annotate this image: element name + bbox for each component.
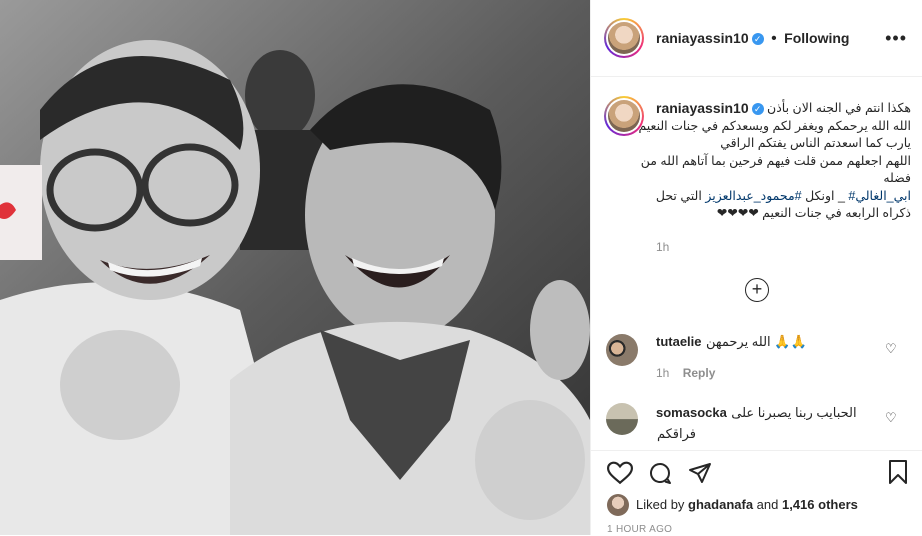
more-options-icon[interactable]: ••• xyxy=(885,28,907,49)
author-username[interactable]: raniayassin10 xyxy=(656,30,749,46)
caption-line: يارب كما اسعدتم الناس يفتكم الراقي xyxy=(720,136,911,150)
caption-time: 1h xyxy=(656,240,670,254)
post-header: raniayassin10 ✓ • Following ••• xyxy=(591,0,922,77)
likes-summary: Liked by ghadanafa and 1,416 others xyxy=(636,497,858,512)
liker-avatar[interactable] xyxy=(607,494,629,516)
hashtag-link[interactable]: #محمود_عبدالعزيز xyxy=(705,189,801,203)
comment-row: somasocka الحبايب ربنا يصبرنا على فراقكم xyxy=(656,404,876,442)
post-panel: raniayassin10 ✓ • Following ••• raniayass… xyxy=(590,0,922,535)
post-photo[interactable] xyxy=(0,0,590,535)
separator-dot: • xyxy=(771,30,777,47)
post-timestamp: 1 HOUR AGO xyxy=(607,524,673,535)
likes-text: and xyxy=(753,497,782,512)
caption-text-segment: _ xyxy=(837,188,849,203)
caption-line: الله الله يرحمكم ويغفر لكم ويسعدكم في جن… xyxy=(638,118,911,133)
caption-text-segment: التي تحل xyxy=(655,188,706,203)
likes-count[interactable]: 1,416 others xyxy=(782,497,858,512)
comment-text: الله يرحمهن 🙏🙏 xyxy=(705,334,807,349)
comment-text: فراقكم xyxy=(656,426,696,441)
comment-meta: 1h Reply xyxy=(656,366,715,380)
share-icon[interactable] xyxy=(688,461,712,485)
comment-icon[interactable] xyxy=(648,461,672,485)
post-actions: Liked by ghadanafa and 1,416 others 1 HO… xyxy=(591,450,922,536)
likes-text: Liked by xyxy=(636,497,689,512)
caption-line: اللهم اجعلهم ممن قلت فيهم فرحين بما آتاه… xyxy=(640,153,911,168)
load-more-comments-icon[interactable]: + xyxy=(745,278,769,302)
like-comment-icon[interactable]: ♡ xyxy=(885,341,897,357)
caption-text: هكذا انتم في الجنه الان بأذن الله الله ي… xyxy=(638,100,911,223)
caption-text-segment: اونكل xyxy=(805,188,835,203)
commenter-avatar[interactable] xyxy=(606,403,638,435)
caption-line: فضله xyxy=(883,171,911,185)
like-comment-icon[interactable]: ♡ xyxy=(885,410,897,426)
comment-row: tutaelie الله يرحمهن 🙏🙏 xyxy=(656,333,807,351)
caption-line: ابي_الغالي# _ اونكل #محمود_عبدالعزيز الت… xyxy=(656,188,911,206)
save-bookmark-icon[interactable] xyxy=(888,460,908,484)
comment-time: 1h xyxy=(656,366,670,380)
like-heart-icon[interactable] xyxy=(607,461,633,485)
verified-icon: ✓ xyxy=(751,32,764,45)
photo-illustration xyxy=(0,0,590,535)
reply-button[interactable]: Reply xyxy=(683,366,716,380)
following-button[interactable]: Following xyxy=(784,30,849,46)
caption-line: هكذا انتم في الجنه الان بأذن xyxy=(767,101,911,115)
caption-line: ذكراه الرابعه في جنات النعيم ❤❤❤❤ xyxy=(716,206,911,220)
caption-text-segment[interactable]: ابي_الغالي# xyxy=(848,189,911,203)
commenter-avatar[interactable] xyxy=(606,334,638,366)
liker-username[interactable]: ghadanafa xyxy=(688,497,753,512)
comment-username[interactable]: somasocka xyxy=(656,405,727,420)
author-avatar[interactable] xyxy=(604,18,644,58)
comment-username[interactable]: tutaelie xyxy=(656,334,702,349)
comment-text: الحبايب ربنا يصبرنا على xyxy=(731,405,857,420)
